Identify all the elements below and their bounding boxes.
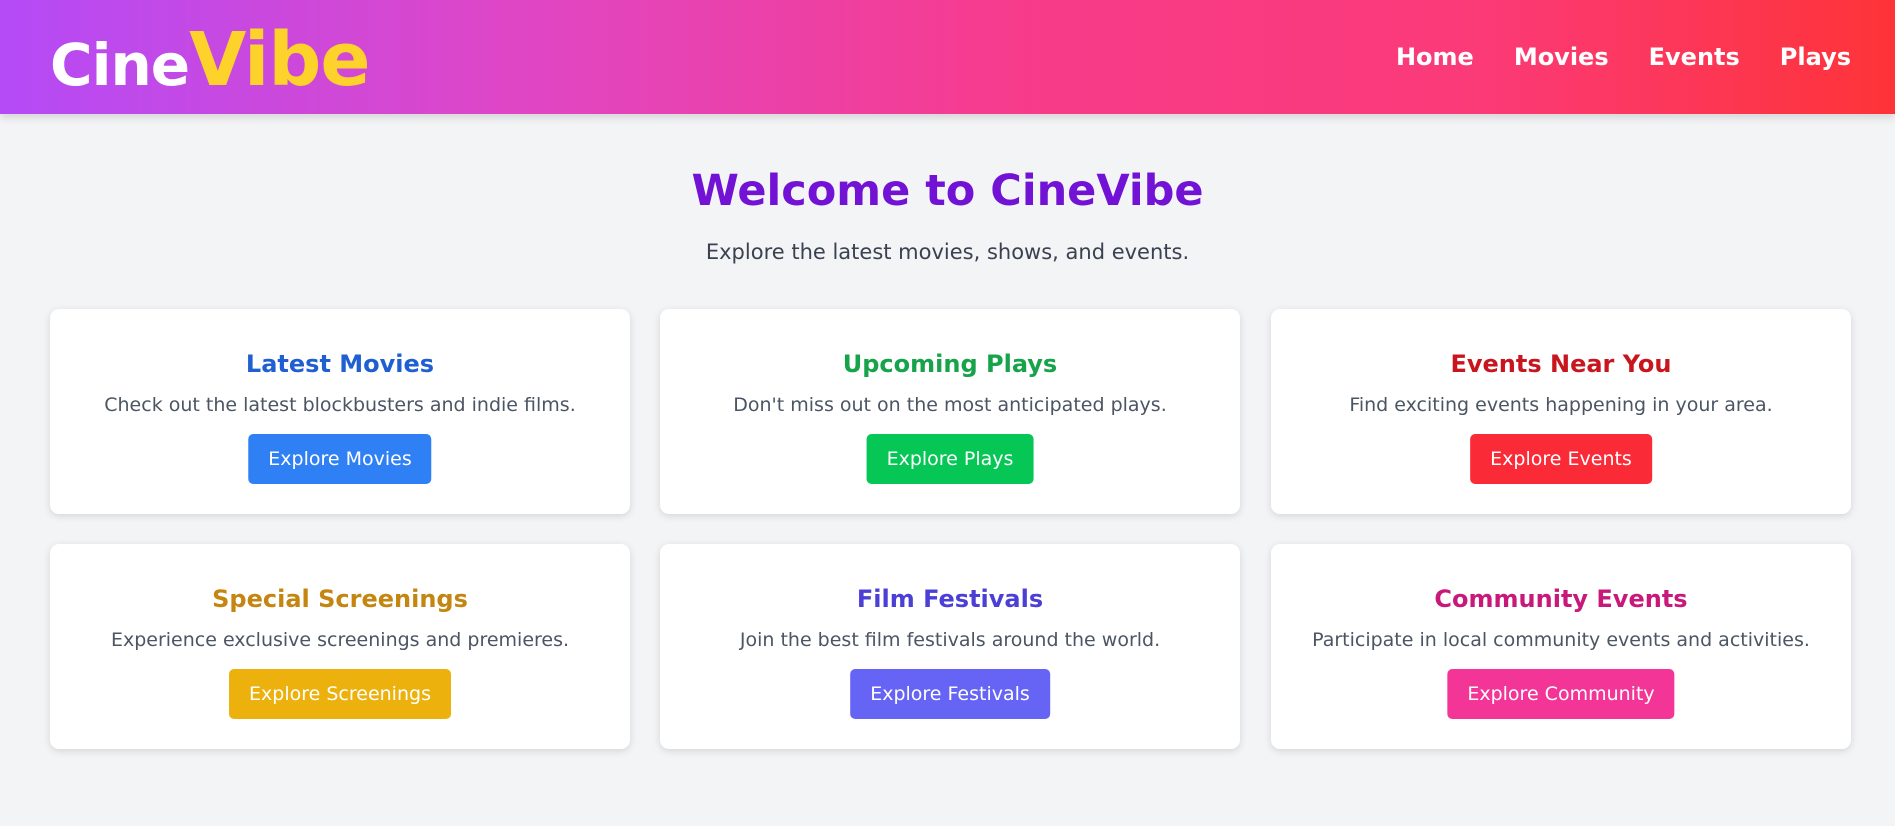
card-title: Special Screenings [212,585,468,613]
card-title: Upcoming Plays [842,350,1058,378]
card-title: Film Festivals [856,585,1044,613]
card-film-festivals: Film Festivals Join the best film festiv… [660,544,1240,749]
card-description: Participate in local community events an… [1312,629,1810,651]
nav-link-events[interactable]: Events [1649,43,1740,71]
page-subtitle: Explore the latest movies, shows, and ev… [705,240,1190,264]
card-title: Latest Movies [245,350,435,378]
explore-festivals-button[interactable]: Explore Festivals [850,669,1050,719]
card-description: Check out the latest blockbusters and in… [104,394,576,416]
page-title: Welcome to CineVibe [691,166,1204,216]
explore-events-button[interactable]: Explore Events [1470,434,1652,484]
explore-community-button[interactable]: Explore Community [1447,669,1675,719]
nav-link-home[interactable]: Home [1396,43,1474,71]
card-description: Experience exclusive screenings and prem… [110,629,570,651]
card-community-events: Community Events Participate in local co… [1271,544,1851,749]
explore-movies-button[interactable]: Explore Movies [248,434,432,484]
logo-text-vibe: Vibe [189,17,370,103]
top-navbar: CineVibe Home Movies Events Plays [0,0,1895,114]
nav-link-plays[interactable]: Plays [1780,43,1851,71]
card-upcoming-plays: Upcoming Plays Don't miss out on the mos… [660,309,1240,514]
logo-text-cine: Cine [50,31,190,99]
card-title: Community Events [1434,585,1688,613]
main-nav: Home Movies Events Plays [1356,0,1851,114]
card-special-screenings: Special Screenings Experience exclusive … [50,544,630,749]
card-description: Don't miss out on the most anticipated p… [733,394,1167,416]
card-title: Events Near You [1450,350,1672,378]
explore-plays-button[interactable]: Explore Plays [866,434,1034,484]
card-description: Find exciting events happening in your a… [1349,394,1773,416]
site-logo[interactable]: CineVibe [50,17,371,103]
nav-link-movies[interactable]: Movies [1514,43,1609,71]
card-description: Join the best film festivals around the … [739,629,1161,651]
explore-screenings-button[interactable]: Explore Screenings [229,669,451,719]
card-events-near-you: Events Near You Find exciting events hap… [1271,309,1851,514]
card-latest-movies: Latest Movies Check out the latest block… [50,309,630,514]
